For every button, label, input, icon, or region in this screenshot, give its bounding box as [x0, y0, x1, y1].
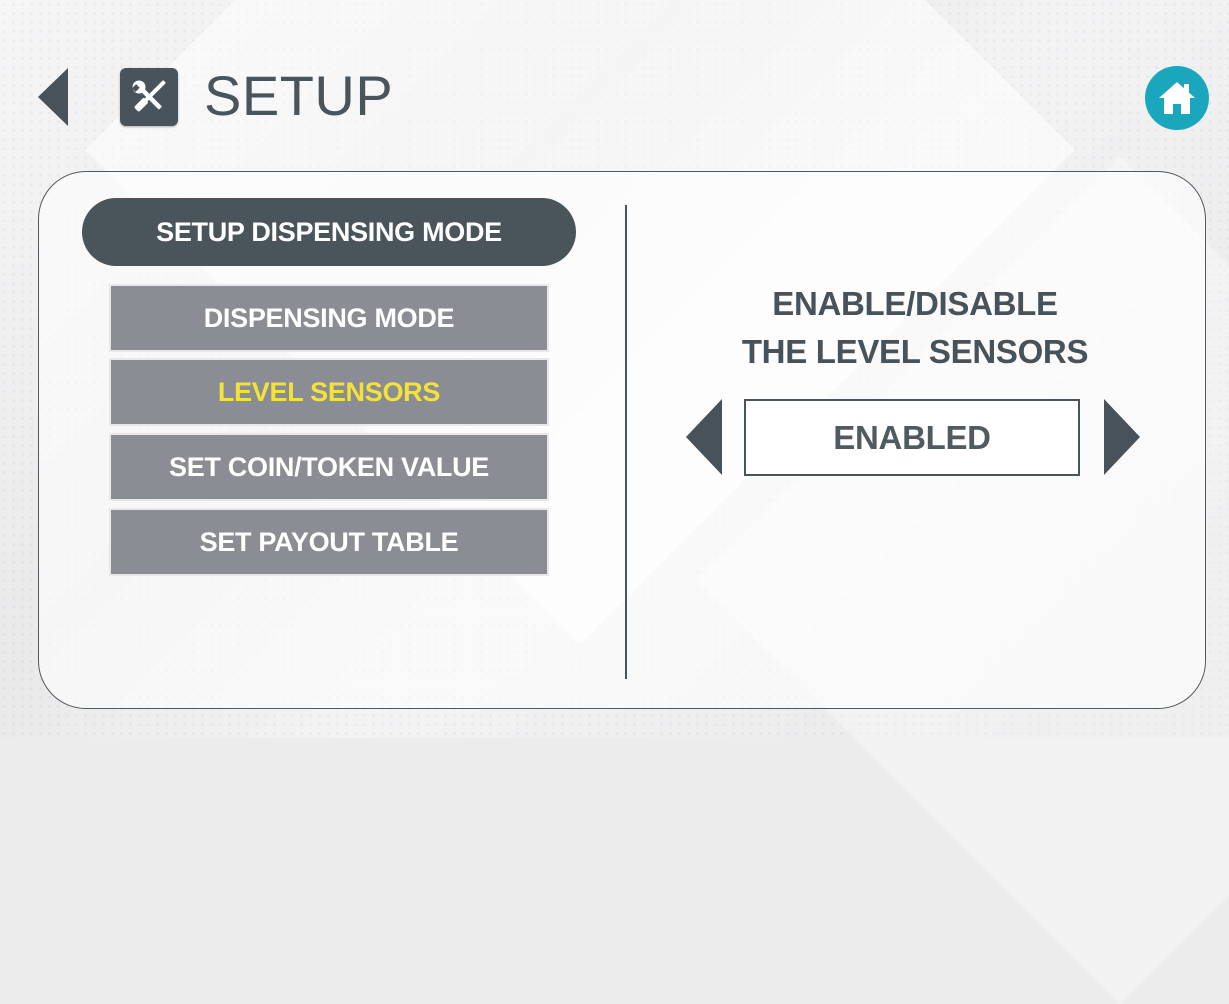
option-title-line2: THE LEVEL SENSORS [741, 333, 1089, 370]
home-button[interactable] [1145, 66, 1209, 130]
level-sensors-value: ENABLED [744, 399, 1080, 476]
menu-item-dispensing-mode[interactable]: DISPENSING MODE [109, 284, 549, 352]
section-header: SETUP DISPENSING MODE [82, 198, 576, 266]
left-arrow-icon [686, 399, 722, 475]
menu-item-set-payout-table[interactable]: SET PAYOUT TABLE [109, 508, 549, 576]
page-title: SETUP [204, 64, 394, 127]
next-value-button[interactable] [1102, 397, 1142, 477]
home-icon [1159, 82, 1195, 114]
back-arrow-icon [38, 68, 68, 126]
back-button[interactable] [36, 66, 72, 128]
option-title: ENABLE/DISABLE THE LEVEL SENSORS [700, 280, 1130, 376]
wrench-screwdriver-icon [120, 68, 178, 126]
previous-value-button[interactable] [684, 397, 724, 477]
menu-item-set-coin-token-value[interactable]: SET COIN/TOKEN VALUE [109, 433, 549, 501]
panel-divider [625, 205, 627, 679]
menu-item-level-sensors[interactable]: LEVEL SENSORS [109, 358, 549, 426]
option-title-line1: ENABLE/DISABLE [772, 285, 1058, 322]
right-arrow-icon [1104, 399, 1140, 475]
